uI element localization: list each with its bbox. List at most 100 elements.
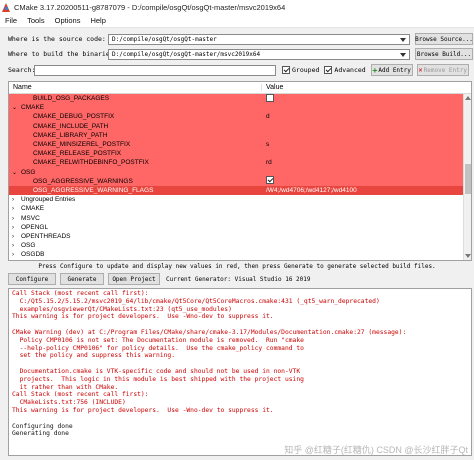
table-row[interactable]: › CMAKE <box>9 204 463 213</box>
table-row[interactable]: CMAKE_RELWITHDEBINFO_POSTFIX rd <box>9 158 463 168</box>
plus-icon: + <box>372 65 378 75</box>
scroll-up-icon[interactable] <box>465 96 471 100</box>
row-name: › CMAKE <box>12 205 45 213</box>
cmake-logo-icon <box>2 2 11 12</box>
row-name: OSG_AGGRESSIVE_WARNINGS <box>33 177 133 185</box>
menu-file[interactable]: File <box>0 16 22 25</box>
search-input[interactable] <box>34 64 276 76</box>
log-line: it rather than with CMake. <box>12 383 119 391</box>
value-checkbox[interactable] <box>266 93 274 102</box>
table-row[interactable]: › Ungrouped Entries <box>9 195 463 204</box>
log-line: Call Stack (most recent call first): <box>12 290 149 297</box>
log-line: Generating done <box>12 430 69 438</box>
chevron-right-icon[interactable]: › <box>12 225 21 231</box>
window-title: CMake 3.17.20200511-g8787079 - D:/compil… <box>14 2 286 12</box>
chevron-right-icon[interactable]: › <box>12 243 21 249</box>
action-row: Configure Generate Open Project Current … <box>8 273 311 285</box>
row-value[interactable]: s <box>262 141 463 148</box>
menu-tools[interactable]: Tools <box>22 16 50 25</box>
menu-bar: File Tools Options Help <box>0 14 474 28</box>
grouped-checkbox[interactable] <box>282 66 290 74</box>
table-row[interactable]: › OPENGL <box>9 223 463 232</box>
chevron-right-icon[interactable]: › <box>12 216 21 222</box>
row-name: › MSVC <box>12 214 40 222</box>
browse-source-button[interactable]: Browse Source... <box>415 33 473 45</box>
table-row[interactable]: BUILD_OSG_PACKAGES <box>9 93 463 104</box>
log-line: CMake Warning (dev) at C:/Program Files/… <box>12 328 407 336</box>
chevron-right-icon[interactable]: › <box>12 234 21 240</box>
table-row[interactable]: ›OSGGA <box>9 259 463 260</box>
table-row[interactable]: CMAKE_LIBRARY_PATH <box>9 130 463 140</box>
row-name: CMAKE_RELWITHDEBINFO_POSTFIX <box>33 159 149 167</box>
table-row[interactable]: CMAKE_INCLUDE_PATH <box>9 121 463 131</box>
column-header-value[interactable]: Value <box>262 84 283 91</box>
table-row[interactable]: › OSGDB <box>9 250 463 259</box>
build-path-combo[interactable]: D:/compile/osgQt/osgQt-master/msvc2019x6… <box>108 48 410 60</box>
current-generator: Current Generator: Visual Studio 16 2019 <box>166 275 311 283</box>
search-row: Search: Grouped Advanced + Add Entry ✕ Rem… <box>0 64 474 76</box>
chevron-down-icon[interactable]: ⌄ <box>12 169 21 176</box>
row-value[interactable] <box>262 93 463 104</box>
chevron-right-icon[interactable]: › <box>12 252 21 258</box>
chevron-down-icon[interactable] <box>400 37 406 42</box>
chevron-right-icon[interactable]: › <box>12 197 21 203</box>
watermark: 知乎 @红糖子(红糖仇) CSDN @长沙红胖子Qt <box>284 445 468 455</box>
table-row[interactable]: › OSG <box>9 241 463 250</box>
build-path-value: D:/compile/osgQt/osgQt-master/msvc2019x6… <box>112 50 261 58</box>
log-line: Documentation.cmake is VTK-specific code… <box>12 367 301 375</box>
row-name: BUILD_OSG_PACKAGES <box>33 95 110 103</box>
log-line: CMakeLists.txt:756 (INCLUDE) <box>12 399 126 407</box>
open-project-button[interactable]: Open Project <box>108 273 160 285</box>
browse-build-button[interactable]: Browse Build... <box>415 48 473 60</box>
source-path-combo[interactable]: D:/compile/osgQt/osgQt-master <box>108 33 410 45</box>
table-header: Name Value <box>9 82 471 94</box>
table-row[interactable]: OSG_AGGRESSIVE_WARNING_FLAGS/W4;/wd4706;… <box>9 185 463 196</box>
scroll-down-icon[interactable] <box>465 254 471 258</box>
generate-button[interactable]: Generate <box>60 273 104 285</box>
table-row[interactable]: CMAKE_DEBUG_POSTFIX d <box>9 112 463 122</box>
chevron-right-icon[interactable]: › <box>12 206 21 212</box>
row-name: CMAKE_MINSIZEREL_POSTFIX <box>33 141 131 149</box>
output-log[interactable]: Call Stack (most recent call first): C:/… <box>8 288 472 456</box>
menu-options[interactable]: Options <box>50 16 86 25</box>
remove-entry-button[interactable]: ✕ Remove Entry <box>416 64 469 76</box>
column-header-name[interactable]: Name <box>9 84 262 91</box>
log-line: Configuring done <box>12 422 73 430</box>
log-line: --help-policy CMP0106" for policy detail… <box>12 344 304 352</box>
row-name: OSG_AGGRESSIVE_WARNING_FLAGS <box>33 186 154 194</box>
grouped-label: Grouped <box>292 66 320 74</box>
add-entry-button[interactable]: + Add Entry <box>370 64 413 76</box>
table-scrollbar[interactable] <box>463 94 471 260</box>
source-path-value: D:/compile/osgQt/osgQt-master <box>112 35 217 43</box>
log-line: set the policy and suppress this warning… <box>12 352 176 360</box>
row-name: › OSGDB <box>12 251 45 259</box>
table-row[interactable]: OSG_AGGRESSIVE_WARNINGS <box>9 176 463 186</box>
menu-help[interactable]: Help <box>85 16 110 25</box>
row-name: ⌄ OSG <box>12 168 36 176</box>
table-row[interactable]: ⌄ CMAKE <box>9 103 463 113</box>
chevron-down-icon[interactable]: ⌄ <box>12 104 21 111</box>
binaries-row: Where to build the binaries: D:/compile/… <box>0 48 474 60</box>
source-row: Where is the source code: D:/compile/osg… <box>0 33 474 45</box>
table-row[interactable]: › OPENTHREADS <box>9 232 463 241</box>
table-row[interactable]: CMAKE_MINSIZEREL_POSTFIX s <box>9 139 463 150</box>
row-value[interactable] <box>262 176 463 186</box>
row-name: › Ungrouped Entries <box>12 196 76 204</box>
chevron-down-icon[interactable] <box>400 52 406 57</box>
row-name: CMAKE_RELEASE_POSTFIX <box>33 150 122 158</box>
log-line: This warning is for project developers. … <box>12 313 274 321</box>
row-name: › OPENTHREADS <box>12 232 71 240</box>
log-line: Policy CMP0106 is not set: The Documenta… <box>12 336 304 344</box>
row-value[interactable]: /W4;/wd4706;/wd4127;/wd4100 <box>262 187 463 194</box>
row-value[interactable]: d <box>262 113 463 120</box>
table-row[interactable]: › MSVC <box>9 213 463 222</box>
search-label: Search: <box>8 66 36 74</box>
table-row[interactable]: CMAKE_RELEASE_POSTFIX <box>9 149 463 159</box>
row-value[interactable]: rd <box>262 159 463 166</box>
scroll-thumb[interactable] <box>465 164 471 194</box>
value-checkbox[interactable] <box>266 176 274 185</box>
advanced-checkbox[interactable] <box>324 66 333 74</box>
configure-button[interactable]: Configure <box>8 273 56 285</box>
